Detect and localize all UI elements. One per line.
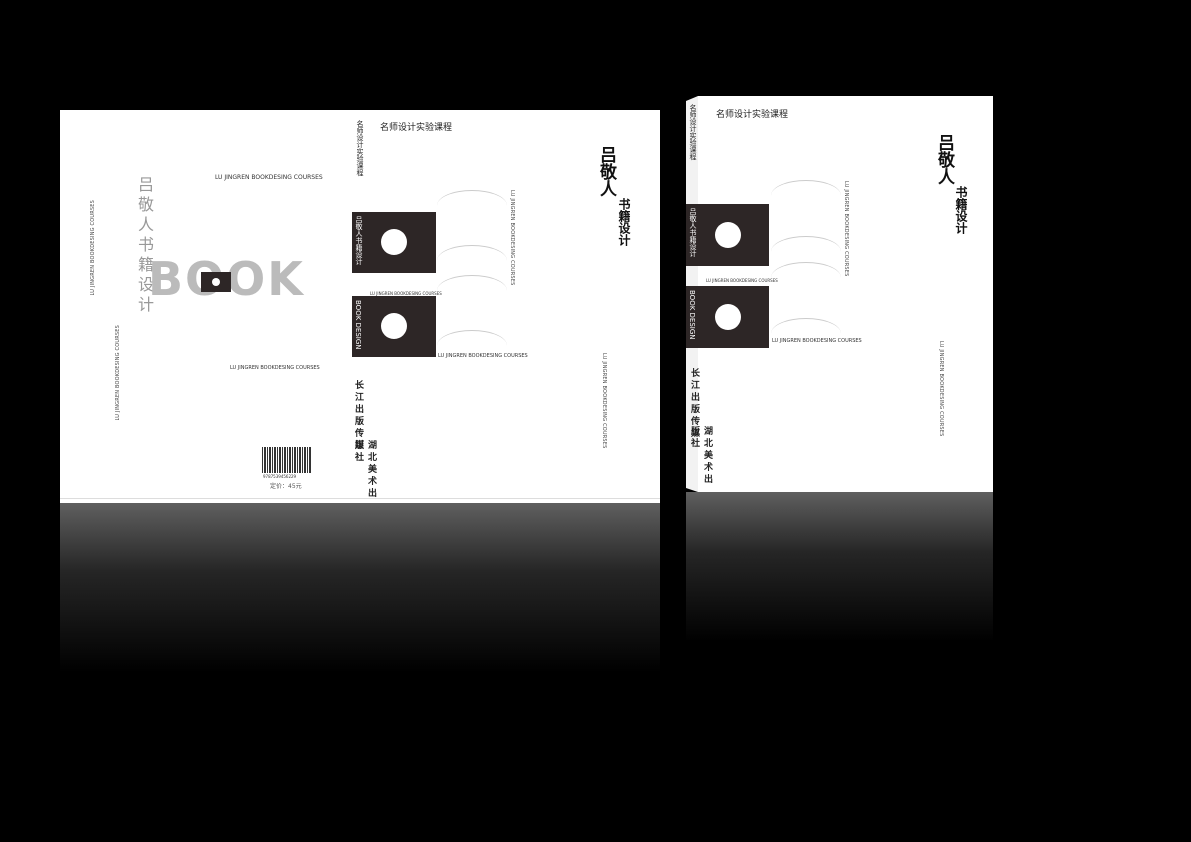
spine-title: 吕敬人书籍设计 [355,216,363,265]
r-book-design: BOOK DESIGN [688,290,696,340]
r-publisher-2: 湖北美术出版社 [689,426,712,486]
back-en-top: LU JINGREN BOOKDESING COURSES [215,174,323,181]
publisher-2: 湖北美术出版社 [353,440,376,500]
spine-block-2: BOOK DESIGN [352,296,436,357]
spine-block-1: 吕敬人书籍设计 [352,212,436,273]
back-en-bottom: LU JINGREN BOOKDESING COURSES [230,365,320,371]
barcode [262,447,312,473]
front-author-title: 吕敬人 [596,146,616,197]
r-series-label: 名师设计实验课程 [716,110,789,120]
left-book-reflection [60,503,660,673]
r-author-title: 吕敬人 [934,134,954,185]
front-vertical-en-1: LU JINGREN BOOKDESING COURSES [509,190,515,286]
r-block-1: 吕敬人书籍设计 [686,204,769,266]
spine-series-label: 名师设计实验课程 [356,120,364,176]
price-label: 定价：45元 [270,483,302,490]
right-book-reflection [686,492,993,642]
r-en-small: LU JINGREN BOOKDESING COURSES [706,278,778,283]
back-vertical-en-1: LU JINGREN BOOKDESING COURSES [90,200,96,296]
r-vertical-en-2: LU JINGREN BOOKDESING COURSES [938,341,944,437]
front-vertical-en-2: LU JINGREN BOOKDESING COURSES [601,353,607,449]
front-series-label: 名师设计实验课程 [380,123,453,133]
r-subtitle: 书籍设计 [954,186,968,234]
r-vertical-en-1: LU JINGREN BOOKDESING COURSES [843,181,849,277]
back-vertical-en-2: LU JINGREN BOOKDESING COURSES [115,325,121,421]
r-block-2: BOOK DESIGN [686,286,769,348]
isbn-digits: 9787539456229 [263,474,297,479]
book-design-label: BOOK DESIGN [354,300,362,350]
front-subtitle: 书籍设计 [617,198,631,246]
small-black-tile [201,272,231,292]
r-en-bottom: LU JINGREN BOOKDESING COURSES [772,338,862,344]
book-front-3d: 名师设计实验课程 名师设计实验课程 吕敬人书籍设计 LU JINGREN BOO… [686,96,993,492]
r-spine-series: 名师设计实验课程 [689,104,697,160]
front-en-small: LU JINGREN BOOKDESING COURSES [438,353,528,359]
book-cover-spread: LU JINGREN BOOKDESING COURSES LU JINGREN… [60,110,660,503]
r-spine-title: 吕敬人书籍设计 [689,208,697,257]
